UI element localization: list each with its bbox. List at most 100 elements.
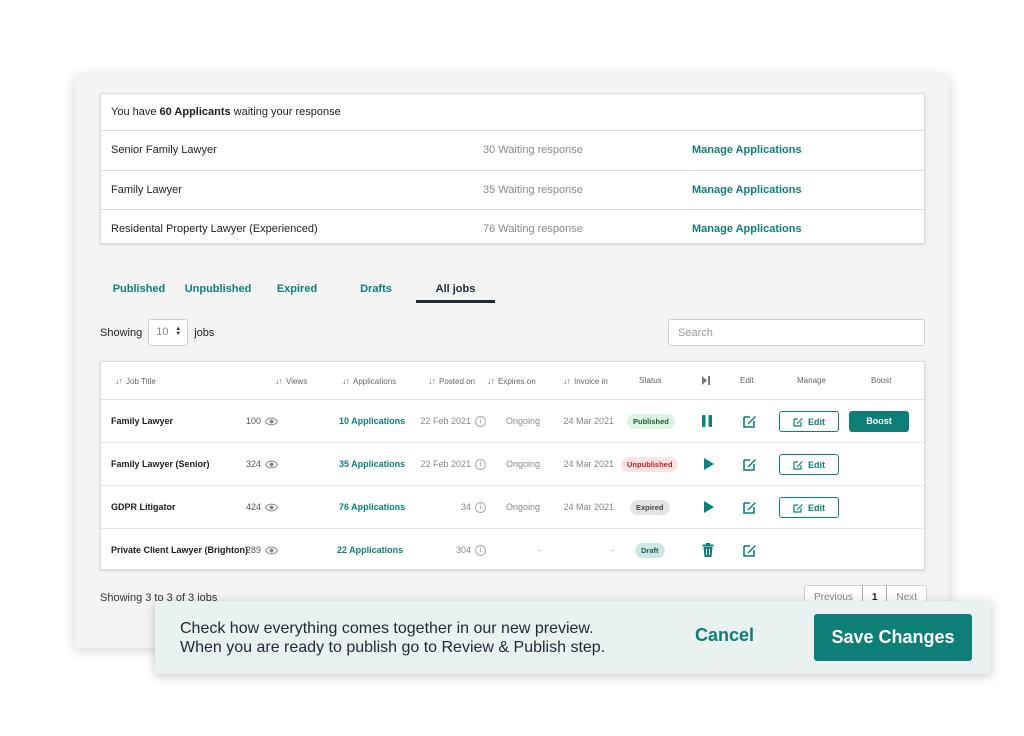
sort-icon: ↓↑: [487, 376, 495, 386]
th-boost: Boost: [871, 376, 892, 385]
applicant-row: Senior Family Lawyer 30 Waiting response…: [101, 131, 924, 171]
edit-icon[interactable]: [742, 414, 757, 431]
tab-expired[interactable]: Expired: [258, 277, 336, 303]
search-input[interactable]: [668, 319, 925, 346]
applications-link[interactable]: 22 Applications: [337, 529, 403, 572]
applicants-header: You have 60 Applicants waiting your resp…: [101, 94, 924, 131]
eye-icon: [265, 417, 278, 426]
status-badge: Unpublished: [621, 457, 679, 472]
manage-edit-button[interactable]: Edit: [779, 497, 839, 518]
sort-icon: ↓↑: [115, 376, 123, 386]
tab-all-jobs[interactable]: All jobs: [416, 277, 495, 303]
applicant-waiting: 30 Waiting response: [483, 144, 583, 156]
status-badge: Draft: [635, 543, 665, 558]
th-status: Status: [639, 376, 662, 385]
table-row: Family Lawyer 100 10 Applications 22 Feb…: [101, 400, 924, 443]
info-icon[interactable]: i: [475, 416, 486, 427]
page-size-select[interactable]: 10 ▲ ▼: [148, 319, 189, 346]
eye-icon: [265, 460, 278, 469]
showing-label: Showing: [100, 326, 143, 339]
applicant-job-title: Senior Family Lawyer: [111, 144, 217, 156]
sort-icon: ↓↑: [563, 376, 571, 386]
applicant-job-title: Residental Property Lawyer (Experienced): [111, 223, 318, 236]
th-posted-on[interactable]: ↓↑ Posted on: [428, 362, 475, 401]
invoice-cell: 24 Mar 2021: [563, 502, 614, 512]
views-cell: 424: [246, 486, 278, 529]
applicants-card: You have 60 Applicants waiting your resp…: [100, 93, 925, 244]
table-row: Private Client Lawyer (Brighton) 289 22 …: [101, 529, 924, 572]
tab-unpublished[interactable]: Unpublished: [178, 277, 258, 303]
th-views[interactable]: ↓↑ Views: [275, 362, 307, 401]
table-row: GDPR Litigator 424 76 Applications 34 i O…: [101, 486, 924, 529]
manage-edit-button[interactable]: Edit: [779, 454, 839, 475]
th-manage: Manage: [797, 376, 826, 385]
preview-action-bar: Check how everything comes together in o…: [155, 601, 991, 674]
status-badge: Expired: [630, 500, 670, 515]
applicant-row: Family Lawyer 35 Waiting response Manage…: [101, 171, 924, 211]
expires-cell: -: [538, 545, 541, 555]
info-icon[interactable]: i: [475, 459, 486, 470]
tab-published[interactable]: Published: [100, 277, 178, 303]
preview-message: Check how everything comes together in o…: [180, 620, 606, 656]
info-icon[interactable]: i: [475, 545, 486, 556]
tab-drafts[interactable]: Drafts: [336, 277, 416, 303]
edit-icon[interactable]: [742, 543, 757, 560]
showing-suffix: jobs: [194, 326, 215, 339]
invoice-cell: 24 Mar 2021: [563, 416, 614, 426]
pause-icon[interactable]: [701, 414, 713, 430]
views-cell: 324: [246, 443, 278, 486]
th-expires-on[interactable]: ↓↑ Expires on: [487, 362, 536, 401]
applications-link[interactable]: 76 Applications: [339, 486, 405, 529]
th-applications[interactable]: ↓↑ Applications: [342, 362, 396, 401]
job-title[interactable]: Family Lawyer (Senior): [111, 443, 210, 486]
edit-icon: [793, 460, 803, 470]
job-title[interactable]: GDPR Litigator: [111, 486, 176, 529]
th-invoice-in[interactable]: ↓↑ Invoice in: [563, 362, 608, 401]
posted-cell: 304 i: [456, 529, 486, 572]
applicant-row: Residental Property Lawyer (Experienced)…: [101, 210, 924, 250]
posted-cell: 22 Feb 2021 i: [420, 443, 486, 486]
edit-icon: [793, 503, 803, 513]
th-job-title[interactable]: ↓↑ Job Title: [115, 362, 156, 401]
table-row: Family Lawyer (Senior) 324 35 Applicatio…: [101, 443, 924, 486]
info-icon[interactable]: i: [475, 502, 486, 513]
expires-cell: Ongoing: [506, 416, 541, 426]
job-tabs: Published Unpublished Expired Drafts All…: [100, 277, 500, 303]
showing-control: Showing 10 ▲ ▼ jobs: [100, 319, 214, 346]
save-changes-button[interactable]: Save Changes: [814, 614, 972, 661]
table-header: ↓↑ Job Title ↓↑ Views ↓↑ Applications ↓↑ Pos…: [101, 362, 924, 400]
eye-icon: [265, 503, 278, 512]
applications-link[interactable]: 10 Applications: [339, 400, 405, 443]
th-edit: Edit: [740, 376, 754, 385]
invoice-cell: -: [611, 545, 614, 555]
eye-icon: [265, 546, 278, 555]
expires-cell: Ongoing: [506, 502, 541, 512]
cancel-button[interactable]: Cancel: [695, 625, 754, 646]
play-icon[interactable]: [703, 500, 715, 516]
job-title[interactable]: Private Client Lawyer (Brighton): [111, 529, 248, 572]
views-cell: 289: [246, 529, 278, 572]
views-cell: 100: [246, 400, 278, 443]
applicant-job-title: Family Lawyer: [111, 183, 182, 196]
edit-icon: [793, 417, 803, 427]
applicants-count: 60 Applicants: [159, 106, 231, 118]
skip-icon: [701, 376, 711, 388]
boost-button[interactable]: Boost: [849, 411, 909, 432]
sort-icon: ↓↑: [428, 376, 436, 386]
updown-icon: ▲ ▼: [175, 326, 182, 337]
applications-link[interactable]: 35 Applications: [339, 443, 405, 486]
manage-applications-link[interactable]: Manage Applications: [692, 210, 802, 249]
trash-icon[interactable]: [702, 543, 714, 559]
applicant-waiting: 76 Waiting response: [483, 223, 583, 236]
edit-icon[interactable]: [742, 500, 757, 517]
job-title[interactable]: Family Lawyer: [111, 400, 173, 443]
posted-cell: 34 i: [461, 486, 486, 529]
manage-edit-button[interactable]: Edit: [779, 411, 839, 432]
play-icon[interactable]: [703, 457, 715, 473]
edit-icon[interactable]: [742, 457, 757, 474]
jobs-table: ↓↑ Job Title ↓↑ Views ↓↑ Applications ↓↑ Pos…: [100, 361, 925, 570]
sort-icon: ↓↑: [342, 376, 350, 386]
applicant-waiting: 35 Waiting response: [483, 183, 583, 196]
manage-applications-link[interactable]: Manage Applications: [692, 131, 802, 170]
manage-applications-link[interactable]: Manage Applications: [692, 171, 802, 210]
